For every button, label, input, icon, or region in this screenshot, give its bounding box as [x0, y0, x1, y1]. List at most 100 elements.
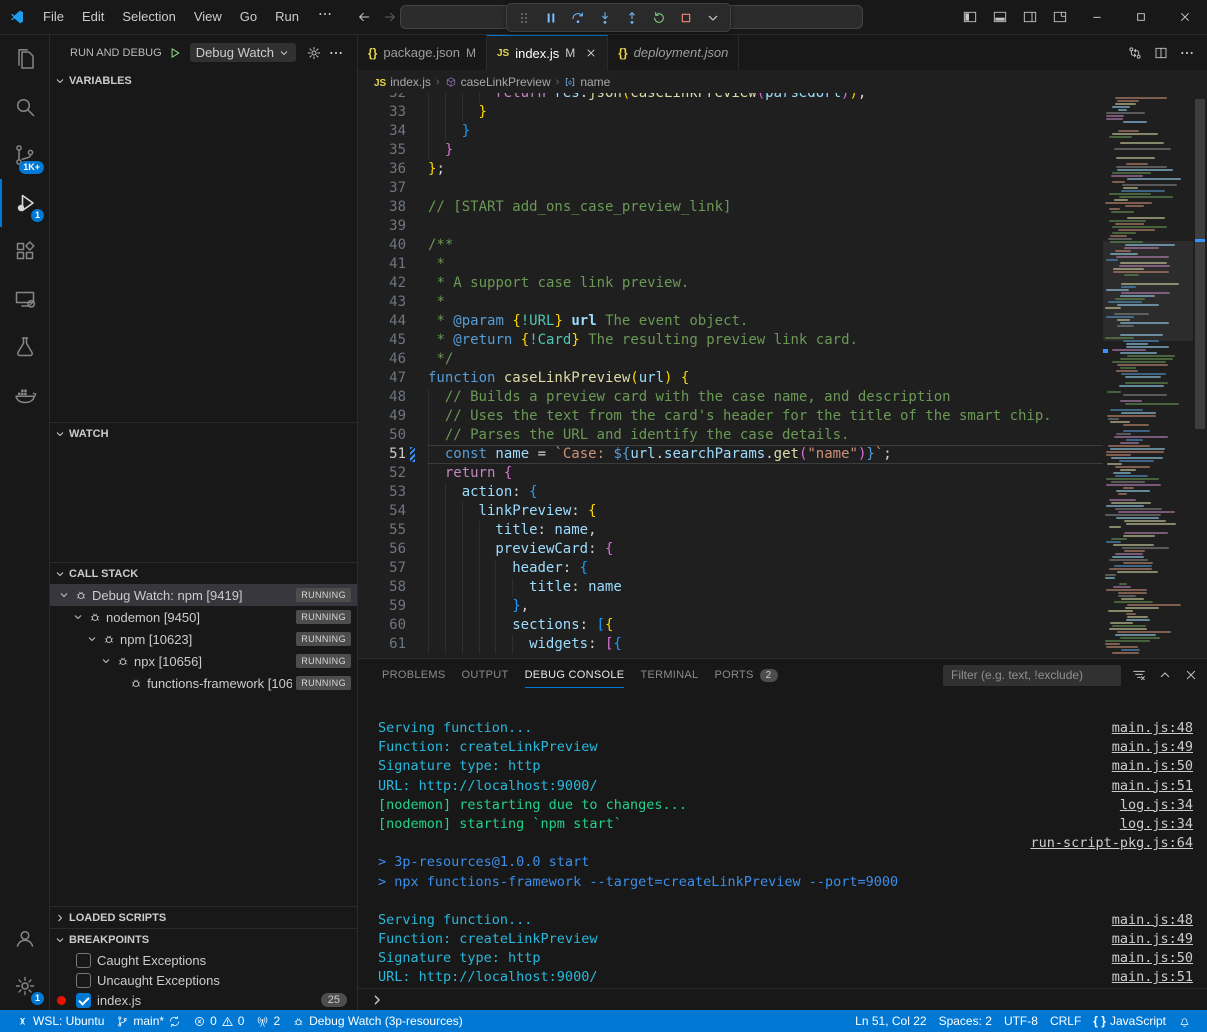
code-line[interactable]: 52 return {	[358, 464, 1103, 483]
code-line[interactable]: 61 widgets: [{	[358, 635, 1103, 654]
line-number[interactable]: 55	[358, 521, 406, 540]
code-line[interactable]: 60 sections: [{	[358, 616, 1103, 635]
variables-section-header[interactable]: VARIABLES	[50, 70, 357, 92]
statusbar-debug-session[interactable]: Debug Watch (3p-resources)	[286, 1010, 469, 1032]
statusbar-indentation[interactable]: Spaces: 2	[933, 1010, 998, 1032]
go-forward-icon[interactable]	[382, 9, 398, 25]
console-source-link[interactable]: main.js:49	[1112, 738, 1193, 757]
more-menus-icon[interactable]	[308, 6, 342, 28]
activity-explorer[interactable]	[0, 35, 49, 83]
line-number[interactable]: 50	[358, 426, 406, 445]
activity-docker[interactable]	[0, 371, 49, 419]
console-source-link[interactable]: main.js:51	[1112, 968, 1193, 987]
menu-file[interactable]: File	[34, 6, 73, 28]
breakpoint-checkbox[interactable]	[76, 973, 91, 988]
close-window-button[interactable]	[1163, 0, 1207, 34]
step-over-button[interactable]	[566, 6, 590, 30]
maximize-button[interactable]	[1119, 0, 1163, 34]
console-source-link[interactable]: main.js:49	[1112, 930, 1193, 949]
line-number[interactable]: 48	[358, 388, 406, 407]
line-number[interactable]: 57	[358, 559, 406, 578]
breakpoint-row[interactable]: index.js25	[50, 990, 357, 1010]
breakpoint-checkbox[interactable]	[76, 953, 91, 968]
line-number[interactable]: 41	[358, 255, 406, 274]
statusbar-notifications[interactable]	[1172, 1010, 1197, 1032]
tab-package-json[interactable]: {}package.jsonM	[358, 35, 487, 70]
menu-go[interactable]: Go	[231, 6, 266, 28]
toggle-secondary-sidebar-icon[interactable]	[1015, 3, 1045, 31]
minimize-button[interactable]	[1075, 0, 1119, 34]
activity-search[interactable]	[0, 83, 49, 131]
line-number[interactable]: 53	[358, 483, 406, 502]
console-filter-input[interactable]	[943, 665, 1121, 686]
split-editor-icon[interactable]	[1153, 45, 1169, 61]
statusbar-language-mode[interactable]: { }JavaScript	[1087, 1010, 1172, 1032]
line-number[interactable]: 44	[358, 312, 406, 331]
start-debugging-icon[interactable]	[168, 46, 182, 60]
step-out-button[interactable]	[620, 6, 644, 30]
console-source-link[interactable]: log.js:34	[1120, 796, 1193, 815]
code-line[interactable]: 38// [START add_ons_case_preview_link]	[358, 198, 1103, 217]
code-line[interactable]: 50 // Parses the URL and identify the ca…	[358, 426, 1103, 445]
code-line[interactable]: 43 *	[358, 293, 1103, 312]
breakpoints-section-header[interactable]: BREAKPOINTS	[50, 928, 357, 950]
line-number[interactable]: 49	[358, 407, 406, 426]
breakpoint-row[interactable]: Caught Exceptions	[50, 950, 357, 970]
drag-grip-icon[interactable]	[512, 6, 536, 30]
call-stack-row[interactable]: npx [10656]RUNNING	[50, 650, 357, 672]
line-number[interactable]: 60	[358, 616, 406, 635]
code-line[interactable]: 45 * @return {!Card} The resulting previ…	[358, 331, 1103, 350]
line-number[interactable]: 56	[358, 540, 406, 559]
call-stack-row[interactable]: nodemon [9450]RUNNING	[50, 606, 357, 628]
activity-settings[interactable]: 1	[0, 962, 49, 1010]
line-number[interactable]: 32	[358, 93, 406, 103]
code-line[interactable]: 59 },	[358, 597, 1103, 616]
activity-accounts[interactable]	[0, 914, 49, 962]
more-editor-actions-icon[interactable]	[1179, 45, 1195, 61]
line-number[interactable]: 37	[358, 179, 406, 198]
open-changes-icon[interactable]	[1127, 45, 1143, 61]
code-line[interactable]: 55 title: name,	[358, 521, 1103, 540]
panel-tab-terminal[interactable]: TERMINAL	[632, 659, 706, 691]
close-tab-icon[interactable]	[585, 47, 597, 59]
breadcrumb-item-index.js[interactable]: JSindex.js	[374, 75, 431, 89]
line-number[interactable]: 40	[358, 236, 406, 255]
activity-testing[interactable]	[0, 323, 49, 371]
debug-settings-gear-icon[interactable]	[306, 45, 322, 61]
statusbar-ports-forwarded[interactable]: 2	[250, 1010, 286, 1032]
breadcrumb-item-caseLinkPreview[interactable]: caseLinkPreview	[445, 75, 551, 89]
code-line[interactable]: 49 // Uses the text from the card's head…	[358, 407, 1103, 426]
console-source-link[interactable]: main.js:50	[1112, 949, 1193, 968]
activity-extensions[interactable]	[0, 227, 49, 275]
line-number[interactable]: 43	[358, 293, 406, 312]
code-line[interactable]: 47function caseLinkPreview(url) {	[358, 369, 1103, 388]
line-number[interactable]: 47	[358, 369, 406, 388]
breakpoint-checkbox[interactable]	[76, 993, 91, 1008]
code-line[interactable]: 42 * A support case link preview.	[358, 274, 1103, 293]
view-more-actions-icon[interactable]	[328, 45, 344, 61]
menu-view[interactable]: View	[185, 6, 231, 28]
code-line[interactable]: 58 title: name	[358, 578, 1103, 597]
session-picker-chevron[interactable]	[701, 6, 725, 30]
code-line[interactable]: 51 const name = `Case: ${url.searchParam…	[358, 445, 1103, 464]
line-number[interactable]: 33	[358, 103, 406, 122]
editor-scrollbar[interactable]	[1193, 93, 1207, 658]
statusbar-problems[interactable]: 00	[187, 1010, 250, 1032]
line-number[interactable]: 34	[358, 122, 406, 141]
stop-button[interactable]	[674, 6, 698, 30]
tab-index-js[interactable]: JSindex.jsM	[487, 35, 608, 70]
menu-run[interactable]: Run	[266, 6, 308, 28]
statusbar-git-branch[interactable]: main*	[110, 1010, 187, 1032]
line-number[interactable]: 35	[358, 141, 406, 160]
code-line[interactable]: 46 */	[358, 350, 1103, 369]
call-stack-row[interactable]: npm [10623]RUNNING	[50, 628, 357, 650]
line-number[interactable]: 39	[358, 217, 406, 236]
tab-deployment-json[interactable]: {}deployment.json	[608, 35, 739, 70]
line-number[interactable]: 45	[358, 331, 406, 350]
close-panel-icon[interactable]	[1183, 667, 1199, 683]
restart-button[interactable]	[647, 6, 671, 30]
line-number[interactable]: 58	[358, 578, 406, 597]
code-line[interactable]: 32 return res.json(caseLinkPreview(parse…	[358, 93, 1103, 103]
code-line[interactable]: 39	[358, 217, 1103, 236]
watch-section-header[interactable]: WATCH	[50, 422, 357, 444]
